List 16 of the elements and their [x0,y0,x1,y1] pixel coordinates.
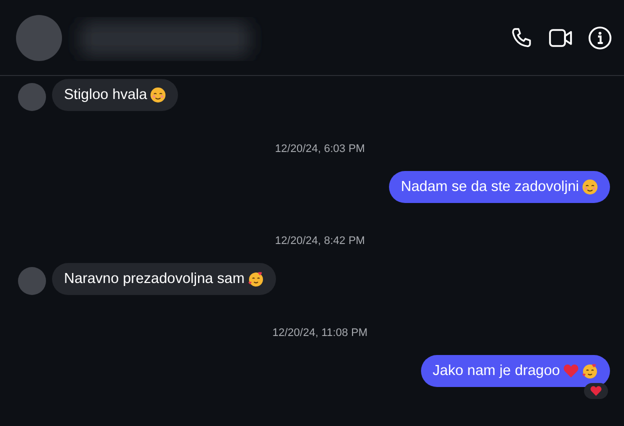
message-timestamp: 12/20/24, 8:42 PM [274,235,366,247]
message-text: Stigloo hvala [64,87,148,103]
heart-icon [590,385,602,397]
message-text: Jako nam je dragoo [432,363,560,379]
heart-icon [563,363,579,379]
smiling-face-icon [150,87,166,103]
face-with-hearts-icon [248,271,264,287]
call-button[interactable] [510,26,534,50]
message-timestamp: 12/20/24, 6:03 PM [274,143,366,155]
smiling-face-icon [582,179,598,195]
message-text: Nadam se da ste zadovoljni [400,179,579,195]
message-timestamp: 12/20/24, 11:08 PM [271,327,369,339]
face-with-hearts-icon [582,363,598,379]
info-button[interactable] [588,26,612,50]
reaction-badge[interactable] [584,383,608,399]
message-text: Naravno prezadovoljna sam [64,271,245,287]
